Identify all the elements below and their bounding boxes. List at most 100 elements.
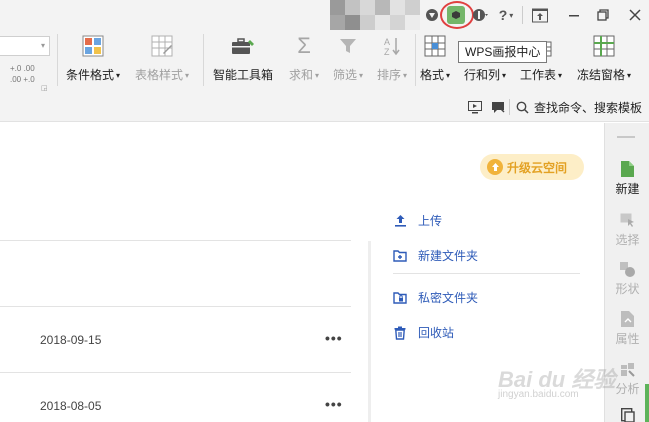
worksheet-label: 工作表: [520, 68, 557, 82]
sidebar-item-label: 选择: [615, 233, 640, 247]
watermark-url: jingyan.baidu.com: [498, 389, 579, 400]
recycle-bin-link[interactable]: 回收站: [393, 324, 454, 341]
restore-icon[interactable]: [595, 7, 611, 23]
titlebar-separator: [522, 6, 523, 24]
wps-pictorial-center-tooltip: WPS画报中心: [458, 41, 548, 63]
command-separator: [509, 99, 510, 115]
upgrade-label: 升级云空间: [507, 160, 568, 175]
shape-icon: [620, 261, 636, 277]
sidebar-item-select[interactable]: 选择: [605, 212, 649, 248]
conditional-format-button[interactable]: 条件格式 ▾: [66, 34, 120, 83]
smart-toolbox-button[interactable]: 智能工具箱: [213, 34, 273, 83]
side-divider: [393, 273, 580, 274]
upgrade-cloud-space-button[interactable]: 升级云空间: [480, 154, 584, 180]
sum-label: 求和: [289, 68, 314, 82]
trash-icon: [393, 326, 407, 340]
sidebar-item-new[interactable]: 新建: [605, 161, 649, 197]
help-icon[interactable]: ? ▾: [496, 7, 516, 23]
blurred-area: [330, 0, 420, 30]
analysis-icon: [620, 361, 636, 377]
minimize-icon[interactable]: [566, 7, 582, 23]
recycle-bin-label: 回收站: [418, 326, 455, 340]
upload-link[interactable]: 上传: [393, 212, 442, 229]
table-style-button[interactable]: 表格样式 ▾: [135, 34, 189, 83]
sort-button[interactable]: AZ 排序 ▾: [377, 34, 407, 83]
sort-label: 排序: [377, 68, 402, 82]
skin-icon[interactable]: [424, 7, 440, 23]
select-icon: [620, 212, 636, 228]
sidebar-item-label: 属性: [615, 332, 640, 346]
dialog-launcher-icon[interactable]: ◲: [41, 84, 48, 92]
chevron-down-icon: ▾: [40, 41, 45, 50]
conditional-format-label: 条件格式: [66, 68, 115, 82]
more-options-button[interactable]: •••: [325, 396, 343, 412]
freeze-panes-label: 冻结窗格: [577, 68, 626, 82]
filter-label: 筛选: [333, 68, 358, 82]
freeze-panes-button[interactable]: 冻结窗格 ▾: [577, 34, 631, 83]
search-command-label: 查找命令、搜索模板: [534, 101, 643, 115]
svg-text:Z: Z: [384, 47, 390, 57]
private-folder-label: 私密文件夹: [418, 291, 479, 305]
search-icon: [516, 101, 529, 114]
feedback-icon[interactable]: [472, 7, 490, 23]
new-document-icon: [620, 161, 636, 177]
ribbon-separator: [57, 34, 58, 86]
ribbon-toolbar: ▾ +.0 .00 .00 +.0 ◲ 条件格式 ▾ 表格样式 ▾ 智能工具箱 Σ …: [0, 30, 649, 92]
sidebar-item-shape[interactable]: 形状: [605, 261, 649, 297]
comment-icon[interactable]: [491, 101, 505, 117]
list-divider: [0, 372, 351, 373]
sort-icon: AZ: [380, 34, 404, 58]
sidebar-accent-bar: [645, 384, 649, 422]
more-options-button[interactable]: •••: [325, 330, 343, 346]
format-button[interactable]: 格式 ▾: [420, 34, 450, 83]
list-divider: [0, 240, 351, 241]
upload-icon: [393, 214, 407, 228]
lock-folder-icon: [393, 291, 407, 305]
new-folder-link[interactable]: 新建文件夹: [393, 247, 478, 264]
file-date: 2018-08-05: [40, 399, 102, 413]
decrease-decimal-button[interactable]: .00 +.0: [10, 75, 35, 84]
format-label: 格式: [420, 68, 445, 82]
wps-pictorial-center-button[interactable]: [447, 6, 465, 24]
filter-icon: [336, 34, 360, 58]
properties-icon: [620, 311, 636, 327]
coin-icon: [487, 159, 503, 175]
screen-record-icon[interactable]: [468, 101, 482, 117]
sum-button[interactable]: Σ 求和 ▾: [289, 33, 319, 83]
ribbon-separator: [203, 34, 204, 86]
rows-columns-label: 行和列: [464, 68, 501, 82]
ribbon-separator: [415, 34, 416, 86]
toolbox-icon: [231, 34, 255, 58]
upload-window-icon[interactable]: [531, 7, 549, 23]
command-bar: 查找命令、搜索模板: [0, 92, 649, 122]
smart-toolbox-label: 智能工具箱: [213, 68, 274, 82]
new-folder-label: 新建文件夹: [418, 249, 479, 263]
title-bar: ? ▾: [0, 0, 649, 30]
sidebar-item-properties[interactable]: 属性: [605, 311, 649, 347]
close-icon[interactable]: [627, 7, 643, 23]
format-icon: [423, 34, 447, 58]
decimal-buttons: +.0 .00 .00 +.0: [10, 64, 35, 84]
filter-button[interactable]: 筛选 ▾: [333, 34, 363, 83]
new-folder-icon: [393, 249, 407, 263]
table-style-icon: [150, 34, 174, 58]
sidebar-item-label: 形状: [615, 282, 640, 296]
sidebar-handle[interactable]: [617, 136, 635, 138]
increase-decimal-button[interactable]: +.0 .00: [10, 64, 35, 73]
list-scrollbar[interactable]: [368, 241, 371, 422]
sidebar-item-more[interactable]: [605, 407, 649, 422]
search-command-input[interactable]: 查找命令、搜索模板: [516, 99, 642, 116]
list-divider: [0, 306, 351, 307]
table-style-label: 表格样式: [135, 68, 184, 82]
document-copy-icon: [620, 407, 636, 422]
sigma-icon: Σ: [297, 33, 311, 58]
font-size-select[interactable]: ▾: [0, 36, 50, 56]
upload-label: 上传: [418, 214, 443, 228]
freeze-panes-icon: [592, 34, 616, 58]
file-date: 2018-09-15: [40, 333, 102, 347]
svg-text:A: A: [384, 37, 390, 47]
conditional-format-icon: [81, 34, 105, 58]
sidebar-item-label: 分析: [615, 382, 640, 396]
sidebar-item-label: 新建: [615, 182, 640, 196]
private-folder-link[interactable]: 私密文件夹: [393, 289, 478, 306]
